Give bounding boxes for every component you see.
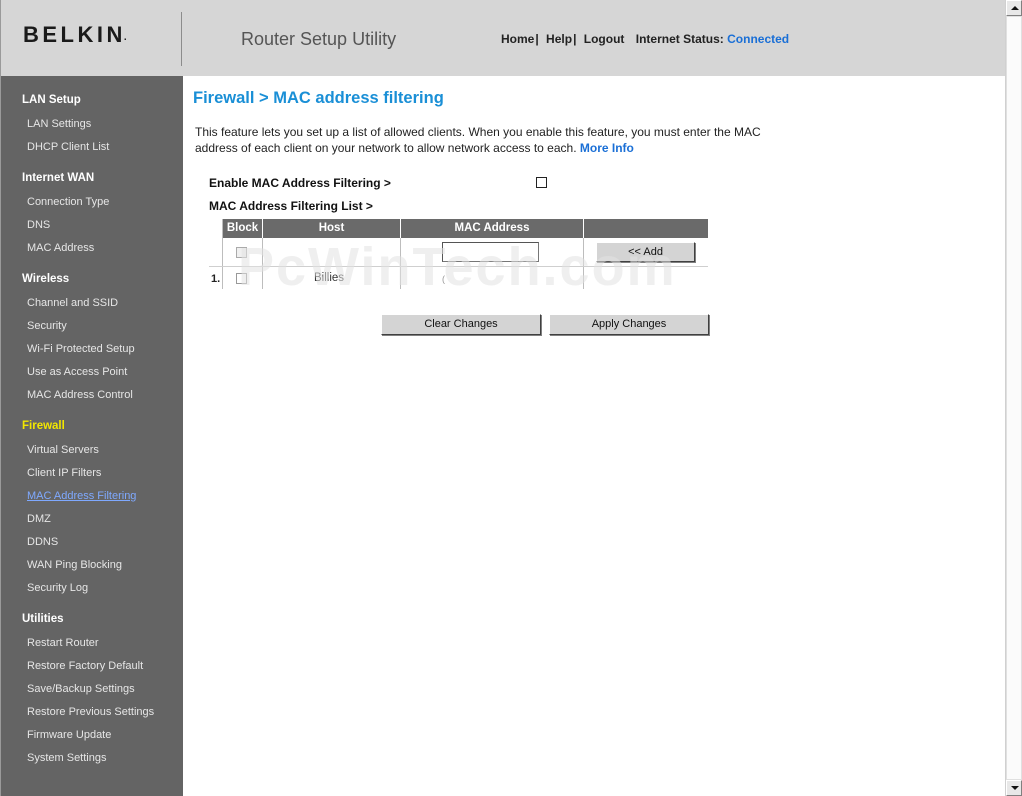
section-lan-setup: LAN Setup [22,94,81,106]
sidebar-item-dns[interactable]: DNS [27,219,50,231]
enable-mac-filtering-checkbox[interactable] [536,177,547,188]
sidebar: LAN Setup LAN Settings DHCP Client List … [0,76,183,796]
sidebar-item-system-settings[interactable]: System Settings [27,752,106,764]
row-mac-address: ( [442,274,445,284]
sidebar-item-firmware-update[interactable]: Firmware Update [27,729,111,741]
apply-changes-button[interactable]: Apply Changes [549,314,709,335]
row-host: Billies [314,272,345,284]
sidebar-item-wps[interactable]: Wi-Fi Protected Setup [27,343,135,355]
section-utilities: Utilities [22,613,64,625]
page-title: Firewall > MAC address filtering [193,89,444,107]
more-info-link[interactable]: More Info [580,141,634,155]
sidebar-item-connection-type[interactable]: Connection Type [27,196,109,208]
section-internet-wan: Internet WAN [22,172,95,184]
sidebar-item-dmz[interactable]: DMZ [27,513,51,525]
logout-link[interactable]: Logout [584,32,625,46]
sidebar-item-save-backup-settings[interactable]: Save/Backup Settings [27,683,135,695]
row-divider [209,266,708,267]
sidebar-item-mac-address[interactable]: MAC Address [27,242,94,254]
sidebar-item-dhcp-client-list[interactable]: DHCP Client List [27,141,109,153]
nav-separator: | [535,32,539,46]
section-wireless: Wireless [22,273,70,285]
mac-filter-table: Block Host MAC Address << Add 1. Billies… [209,219,708,289]
sidebar-item-restart-router[interactable]: Restart Router [27,637,99,649]
add-button[interactable]: << Add [596,242,695,262]
scroll-down-button[interactable] [1006,780,1022,796]
table-divider [583,238,584,289]
header-block: Block [223,219,262,238]
scroll-up-button[interactable] [1006,0,1022,16]
utility-title: Router Setup Utility [241,29,397,49]
logo-text: BELKIN [23,22,126,47]
vertical-scrollbar[interactable] [1005,0,1022,796]
internet-status-label: Internet Status: [635,32,724,46]
logo-mark: . [123,32,127,43]
clear-changes-button[interactable]: Clear Changes [381,314,541,335]
arrow-down-icon [1011,786,1019,790]
arrow-up-icon [1011,6,1019,10]
sidebar-item-client-ip-filters[interactable]: Client IP Filters [27,467,101,479]
nav-separator: | [573,32,577,46]
sidebar-item-virtual-servers[interactable]: Virtual Servers [27,444,99,456]
sidebar-item-restore-factory-default[interactable]: Restore Factory Default [27,660,143,672]
sidebar-item-security-log[interactable]: Security Log [27,582,88,594]
page: BELKIN. Router Setup Utility Home| Help|… [0,0,1005,796]
scroll-thumb[interactable] [1006,16,1022,780]
internet-status-value: Connected [727,32,790,46]
new-entry-block-checkbox[interactable] [236,247,247,258]
sidebar-item-security[interactable]: Security [27,320,67,332]
header-divider [181,12,182,66]
sidebar-item-wan-ping-blocking[interactable]: WAN Ping Blocking [27,559,122,571]
table-divider [400,238,401,289]
row-number: 1. [211,273,221,285]
header-host: Host [263,219,400,238]
sidebar-item-access-point[interactable]: Use as Access Point [27,366,127,378]
help-link[interactable]: Help [546,32,572,46]
mac-filtering-list-label: MAC Address Filtering List > [209,199,373,213]
home-link[interactable]: Home [501,32,534,46]
header-action [584,219,708,238]
top-nav: Home| Help| Logout Internet Status: Conn… [501,32,789,46]
sidebar-item-mac-address-filtering[interactable]: MAC Address Filtering [27,490,136,502]
row-block-checkbox[interactable] [236,273,247,284]
sidebar-item-restore-previous-settings[interactable]: Restore Previous Settings [27,706,154,718]
sidebar-item-channel-ssid[interactable]: Channel and SSID [27,297,118,309]
sidebar-item-mac-address-control[interactable]: MAC Address Control [27,389,133,401]
header-mac-address: MAC Address [401,219,583,238]
table-divider [262,238,263,289]
enable-mac-filtering-label: Enable MAC Address Filtering > [209,176,391,190]
mac-address-input[interactable] [442,242,539,262]
belkin-logo: BELKIN. [23,22,129,48]
intro-body: This feature lets you set up a list of a… [195,125,761,155]
section-firewall: Firewall [22,420,65,432]
sidebar-item-lan-settings[interactable]: LAN Settings [27,118,91,130]
intro-text: This feature lets you set up a list of a… [195,124,785,156]
sidebar-item-ddns[interactable]: DDNS [27,536,58,548]
table-divider [222,219,223,289]
header: BELKIN. Router Setup Utility Home| Help|… [0,0,1005,76]
